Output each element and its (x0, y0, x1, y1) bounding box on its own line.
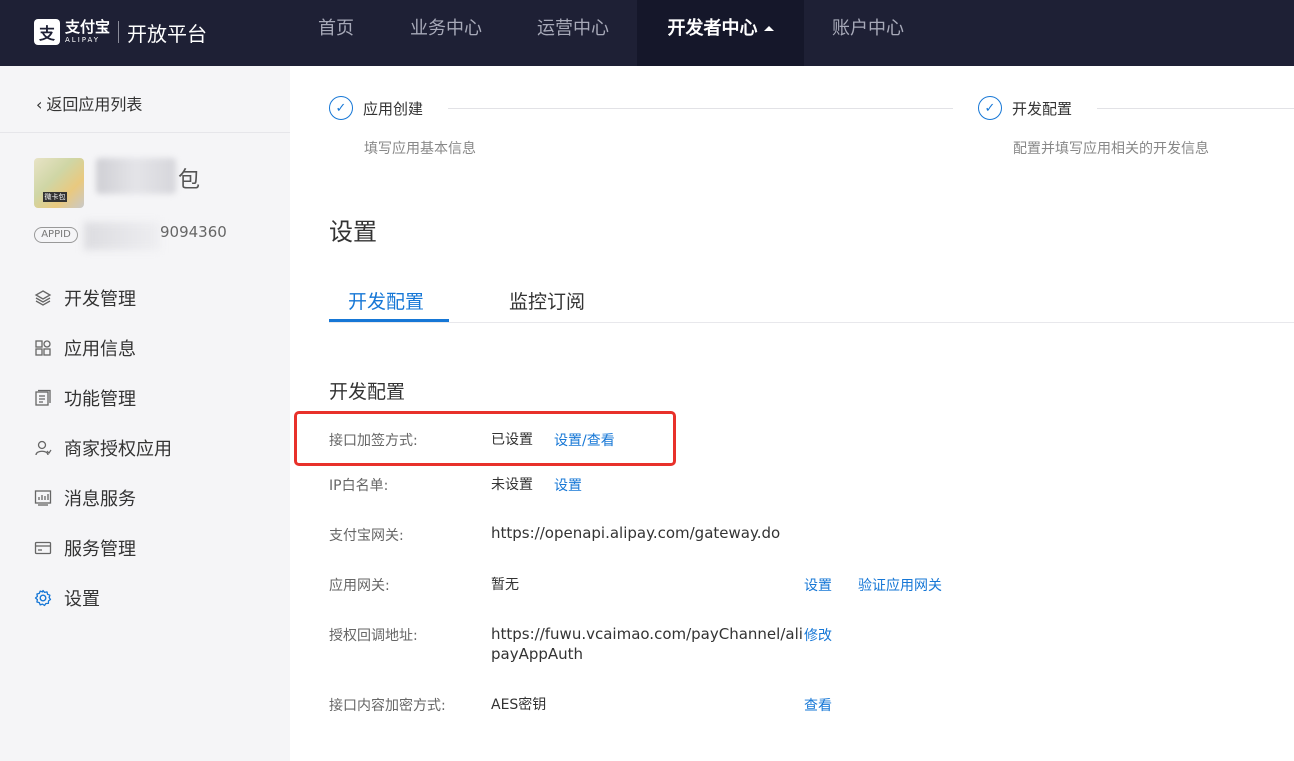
sidebar-divider (0, 132, 290, 133)
back-link-label: 返回应用列表 (46, 95, 143, 114)
auth-callback-edit-link[interactable]: 修改 (804, 625, 832, 645)
sidebar-item-app-info[interactable]: 应用信息 (34, 333, 136, 363)
app-gateway-setup-link[interactable]: 设置 (804, 575, 832, 595)
alipay-logo[interactable]: 支 支付宝 ALIPAY 开放平台 (34, 17, 207, 47)
nav-developer-center[interactable]: 开发者中心 (637, 0, 804, 66)
appid-redacted (84, 222, 160, 250)
top-navbar: 支 支付宝 ALIPAY 开放平台 首页 业务中心 运营中心 开发者中心 账户中… (0, 0, 1294, 66)
alipay-gateway-value: https://openapi.alipay.com/gateway.do (491, 524, 781, 542)
chart-icon (34, 489, 52, 507)
sidebar-item-message-service[interactable]: 消息服务 (34, 483, 136, 513)
grid-icon (34, 339, 52, 357)
nav-developer-center-label: 开发者中心 (667, 18, 758, 39)
nav-account-center[interactable]: 账户中心 (822, 0, 914, 66)
alipay-gateway-label: 支付宝网关: (329, 528, 404, 544)
step-title: 应用创建 (363, 99, 424, 118)
sidebar-item-merchant-auth[interactable]: 商家授权应用 (34, 433, 172, 463)
sidebar-item-label: 开发管理 (64, 289, 136, 310)
tabs-divider (329, 322, 1294, 323)
sidebar-item-settings[interactable]: 设置 (34, 583, 100, 613)
step-app-created: ✓ 应用创建 (329, 96, 423, 120)
tab-monitor-subscription[interactable]: 监控订阅 (509, 287, 585, 314)
caret-up-icon (763, 26, 774, 31)
sidebar-item-service-management[interactable]: 服务管理 (34, 533, 136, 563)
sidebar-item-label: 商家授权应用 (64, 439, 172, 460)
card-icon (34, 539, 52, 557)
user-icon (34, 439, 52, 457)
active-tab-indicator (329, 319, 449, 322)
step-description: 配置并填写应用相关的开发信息 (1013, 141, 1209, 157)
app-name-tail: 包 (178, 168, 201, 193)
nav-operation-center[interactable]: 运营中心 (527, 0, 619, 66)
logo-cn: 支付宝 (65, 18, 111, 36)
platform-title: 开放平台 (127, 21, 208, 46)
section-title: 开发配置 (329, 381, 406, 403)
ip-whitelist-label: IP白名单: (329, 478, 389, 494)
highlight-annotation (294, 411, 676, 466)
app-logo-tag: 微卡包 (43, 192, 67, 202)
alipay-logo-icon: 支 (34, 19, 60, 45)
page-title: 设置 (329, 218, 377, 246)
logo-en: ALIPAY (65, 36, 101, 44)
auth-callback-value: https://fuwu.vcaimao.com/payChannel/alip… (491, 625, 803, 663)
sidebar-item-label: 应用信息 (64, 339, 136, 360)
app-gateway-value: 暂无 (491, 577, 519, 593)
check-icon: ✓ (978, 96, 1002, 120)
back-to-app-list-link[interactable]: ‹ 返回应用列表 (36, 91, 142, 115)
sidebar-item-label: 服务管理 (64, 539, 136, 560)
content-encrypt-view-link[interactable]: 查看 (804, 695, 832, 715)
ip-whitelist-value: 未设置 (491, 477, 533, 493)
content-encrypt-value: AES密钥 (491, 697, 547, 713)
step-dev-config: ✓ 开发配置 (978, 96, 1072, 120)
logo-text: 支付宝 ALIPAY (65, 20, 110, 44)
app-name-redacted (96, 158, 176, 194)
tab-dev-config[interactable]: 开发配置 (348, 287, 424, 314)
nav-home[interactable]: 首页 (300, 0, 372, 66)
appid-value: 9094360 (160, 223, 227, 241)
sidebar: ‹ 返回应用列表 微卡包 包 APPID 9094360 开发管理 应用信息 功能… (0, 66, 290, 761)
sidebar-item-label: 设置 (64, 589, 100, 610)
step-title: 开发配置 (1012, 99, 1073, 118)
content-encrypt-label: 接口内容加密方式: (329, 698, 446, 714)
appid-badge: APPID (34, 227, 78, 243)
ip-whitelist-setup-link[interactable]: 设置 (554, 475, 582, 495)
sidebar-item-label: 功能管理 (64, 389, 136, 410)
document-icon (34, 389, 52, 407)
gear-icon (34, 589, 52, 607)
step-connector (1097, 108, 1294, 109)
sidebar-item-dev-management[interactable]: 开发管理 (34, 283, 136, 313)
sidebar-item-function-management[interactable]: 功能管理 (34, 383, 136, 413)
auth-callback-label: 授权回调地址: (329, 628, 418, 644)
nav-business-center[interactable]: 业务中心 (400, 0, 492, 66)
check-icon: ✓ (329, 96, 353, 120)
app-logo: 微卡包 (34, 158, 84, 208)
logo-divider (118, 21, 120, 43)
chevron-left-icon: ‹ (36, 95, 43, 114)
layers-icon (34, 289, 52, 307)
verify-app-gateway-link[interactable]: 验证应用网关 (858, 575, 942, 595)
app-gateway-label: 应用网关: (329, 578, 390, 594)
sidebar-item-label: 消息服务 (64, 489, 136, 510)
step-description: 填写应用基本信息 (364, 141, 476, 157)
step-connector (448, 108, 953, 109)
